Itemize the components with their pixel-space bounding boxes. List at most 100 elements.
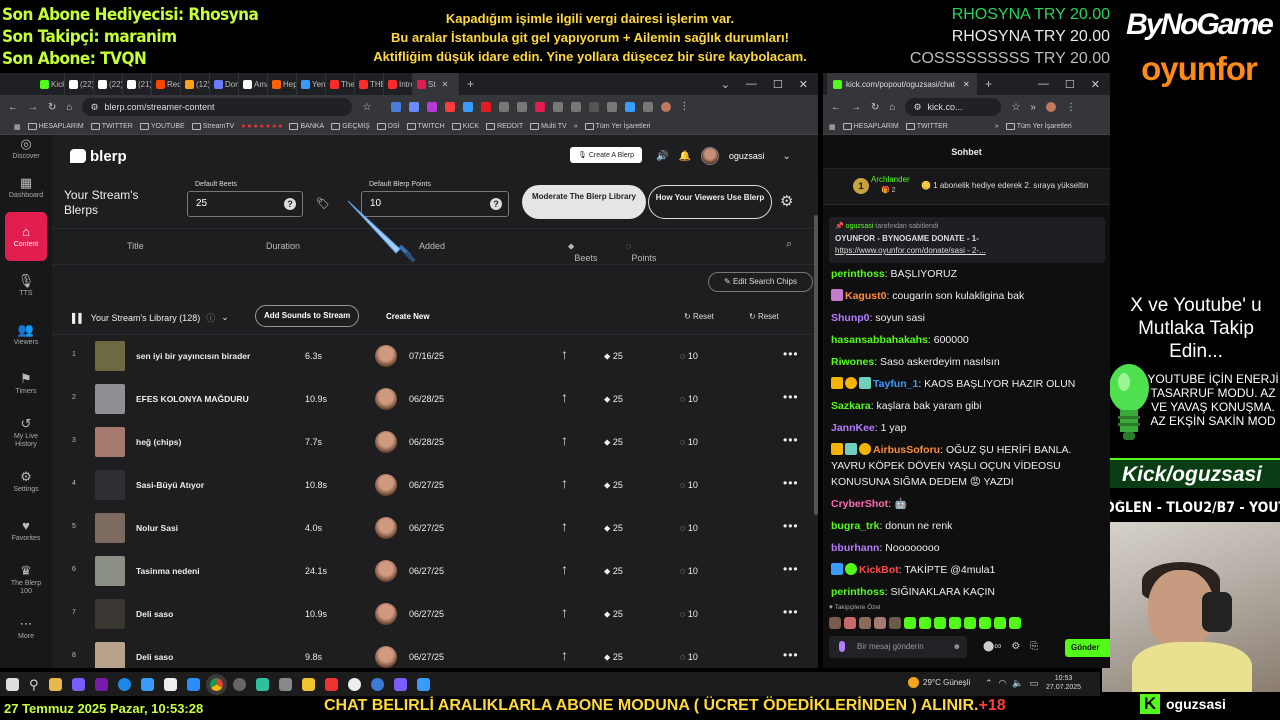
chevron-right-icon[interactable]: » xyxy=(995,123,999,130)
how-viewers-use-button[interactable]: How Your Viewers Use Blerp xyxy=(648,185,772,219)
bookmark-item[interactable]: TWITTER xyxy=(905,123,948,130)
browser-tab[interactable]: Hepsi xyxy=(268,73,297,95)
browser-tab[interactable]: (21) A xyxy=(123,73,152,95)
extension-icon[interactable] xyxy=(409,102,420,112)
more-icon[interactable]: ••• xyxy=(783,433,799,447)
extension-icon[interactable] xyxy=(391,102,402,112)
bookmark-item[interactable]: BANKA xyxy=(289,123,324,130)
emoji-icon[interactable]: ☻ xyxy=(953,636,961,658)
chat-message[interactable]: Shunp0: soyun sasi xyxy=(829,307,1105,329)
chat-username[interactable]: Shunp0 xyxy=(831,312,870,324)
chat-message[interactable]: bugra_trk: donun ne renk xyxy=(829,515,1105,537)
volume-icon[interactable]: 🔊 xyxy=(656,151,668,162)
app-icon[interactable] xyxy=(393,677,407,691)
chat-message[interactable]: AirbusSoforu: OĞUZ ŞU HERİFİ BANLA. YAVR… xyxy=(829,439,1105,493)
app-icon[interactable] xyxy=(255,677,269,691)
extension-icon[interactable] xyxy=(607,102,618,112)
new-tab-icon[interactable]: + xyxy=(467,77,474,91)
browser-tab-active[interactable]: St ✕ xyxy=(413,73,459,95)
volume-icon[interactable]: 🔈 xyxy=(1012,678,1023,689)
apps-icon[interactable]: ▦ xyxy=(14,123,21,131)
create-blerp-button[interactable]: 🎙 Create A Blerp xyxy=(570,147,642,163)
emote-icon[interactable] xyxy=(1009,617,1021,629)
chat-username[interactable]: hasansabbahakahs xyxy=(831,334,928,346)
table-row[interactable]: 8 Deli saso 9.8s 06/27/25 ↑ ⬥ 25 ◌ 10 ••• xyxy=(52,636,818,668)
app-icon[interactable] xyxy=(232,677,246,691)
library-title[interactable]: ▌▌ Your Stream's Library (128) ⓘ ⌄ xyxy=(72,311,229,324)
edit-search-chips-button[interactable]: ✎ Edit Search Chips xyxy=(708,272,813,292)
help-icon[interactable]: ? xyxy=(490,198,502,210)
star-icon[interactable]: ☆ xyxy=(1011,102,1020,113)
sidebar-item-more[interactable]: ⋯ More xyxy=(0,604,52,653)
extension-icon[interactable] xyxy=(589,102,600,112)
star-icon[interactable]: ☆ xyxy=(362,102,371,113)
chevron-down-icon[interactable]: ⌄ xyxy=(221,312,229,323)
emote-icon[interactable] xyxy=(844,617,856,629)
gift-leaderboard[interactable]: 1 Archlander 🎁 2 🪙 1 abonelik hediye ede… xyxy=(823,169,1110,205)
chat-browser-tab[interactable]: kick.com/popout/oguzsasi/chat ✕ xyxy=(827,73,977,95)
browser-tab[interactable]: The S xyxy=(326,73,355,95)
browser-tab[interactable]: (22) A xyxy=(65,73,94,95)
bookmark-item[interactable]: REDDIT xyxy=(486,123,523,130)
reload-icon[interactable]: ↻ xyxy=(871,102,879,113)
extension-icon[interactable] xyxy=(499,102,510,112)
row-title[interactable]: Tasinma nedeni xyxy=(136,566,200,576)
chat-username[interactable]: bburhann xyxy=(831,542,879,554)
row-title[interactable]: Deli saso xyxy=(136,609,173,619)
chat-username[interactable]: Sazkara xyxy=(831,400,871,412)
minimize-icon[interactable]: — xyxy=(1038,78,1049,91)
home-icon[interactable]: ⌂ xyxy=(889,102,895,113)
row-title[interactable]: Deli saso xyxy=(136,652,173,662)
column-points[interactable]: ◌ Points xyxy=(626,241,656,263)
chat-message[interactable]: Sazkara: kaşlara bak yaram gibi xyxy=(829,395,1105,417)
chat-username[interactable]: perinthoss xyxy=(831,586,885,598)
browser-tab[interactable]: Yeni S xyxy=(297,73,326,95)
more-icon[interactable]: ••• xyxy=(783,476,799,490)
forward-icon[interactable]: → xyxy=(851,102,861,113)
row-title[interactable]: sen iyi bir yayıncısın birader xyxy=(136,351,250,361)
new-tab-icon[interactable]: + xyxy=(985,77,992,91)
chat-message[interactable]: CryberShot: 🤖 xyxy=(829,493,1105,515)
back-icon[interactable]: ← xyxy=(8,102,18,113)
send-button[interactable]: Gönder xyxy=(1065,639,1110,657)
blerp-logo[interactable]: blerp xyxy=(70,148,127,165)
forward-icon[interactable]: → xyxy=(28,102,38,113)
site-info-icon[interactable]: ⚙ xyxy=(90,102,98,113)
maximize-icon[interactable]: ☐ xyxy=(1065,78,1075,91)
row-title[interactable]: heğ (chips) xyxy=(136,437,181,447)
column-beets[interactable]: ⬥ Beets xyxy=(568,241,597,263)
more-icon[interactable]: ••• xyxy=(783,562,799,576)
url-field[interactable]: ⚙ blerp.com/streamer-content xyxy=(82,98,353,116)
scrollbar[interactable] xyxy=(814,215,818,515)
app-icon[interactable] xyxy=(347,677,361,691)
apps-icon[interactable]: ▦ xyxy=(829,123,836,131)
sidebar-item-dashboard[interactable]: ▦ Dashboard xyxy=(0,163,52,212)
more-icon[interactable]: ••• xyxy=(783,390,799,404)
site-info-icon[interactable]: ⚙ xyxy=(913,102,921,113)
row-title[interactable]: Nolur Sasi xyxy=(136,523,178,533)
bookmark-item[interactable]: Multi TV xyxy=(530,123,567,130)
app-icon[interactable] xyxy=(416,677,430,691)
bookmark-item[interactable]: StreamTV xyxy=(191,123,234,130)
row-thumbnail[interactable] xyxy=(95,513,125,543)
app-icon[interactable] xyxy=(301,677,315,691)
onenote-icon[interactable] xyxy=(94,677,108,691)
extension-icon[interactable] xyxy=(517,102,528,112)
search-icon[interactable]: ⌕ xyxy=(786,238,792,251)
extension-icon[interactable] xyxy=(427,102,438,112)
sidebar-item-viewers[interactable]: 👥 Viewers xyxy=(0,310,52,359)
bookmark-item[interactable]: GEÇMİŞ xyxy=(331,123,370,130)
browser-tab[interactable]: Reddi xyxy=(152,73,181,95)
app-icon[interactable] xyxy=(71,677,85,691)
bookmark-item[interactable]: YOUTUBE xyxy=(139,123,185,130)
bookmark-favicons[interactable]: ● ● ● ● ● ● ● xyxy=(241,123,282,130)
default-beets-input[interactable]: 25 ? xyxy=(187,191,303,217)
chat-username[interactable]: JannKee xyxy=(831,422,875,434)
bookmark-item[interactable]: HESAPLARIM xyxy=(842,123,899,130)
app-icon[interactable] xyxy=(324,677,338,691)
gear-icon[interactable]: ⚙ xyxy=(780,192,793,210)
gift-user[interactable]: Archlander xyxy=(871,175,910,184)
chat-input[interactable]: Bir mesaj gönderin ☻ xyxy=(829,636,967,658)
chat-message[interactable]: perinthoss: BAŞLIYORUZ xyxy=(829,263,1105,285)
table-row[interactable]: 6 Tasinma nedeni 24.1s 06/27/25 ↑ ⬥ 25 ◌ 10 ••• xyxy=(52,550,818,593)
